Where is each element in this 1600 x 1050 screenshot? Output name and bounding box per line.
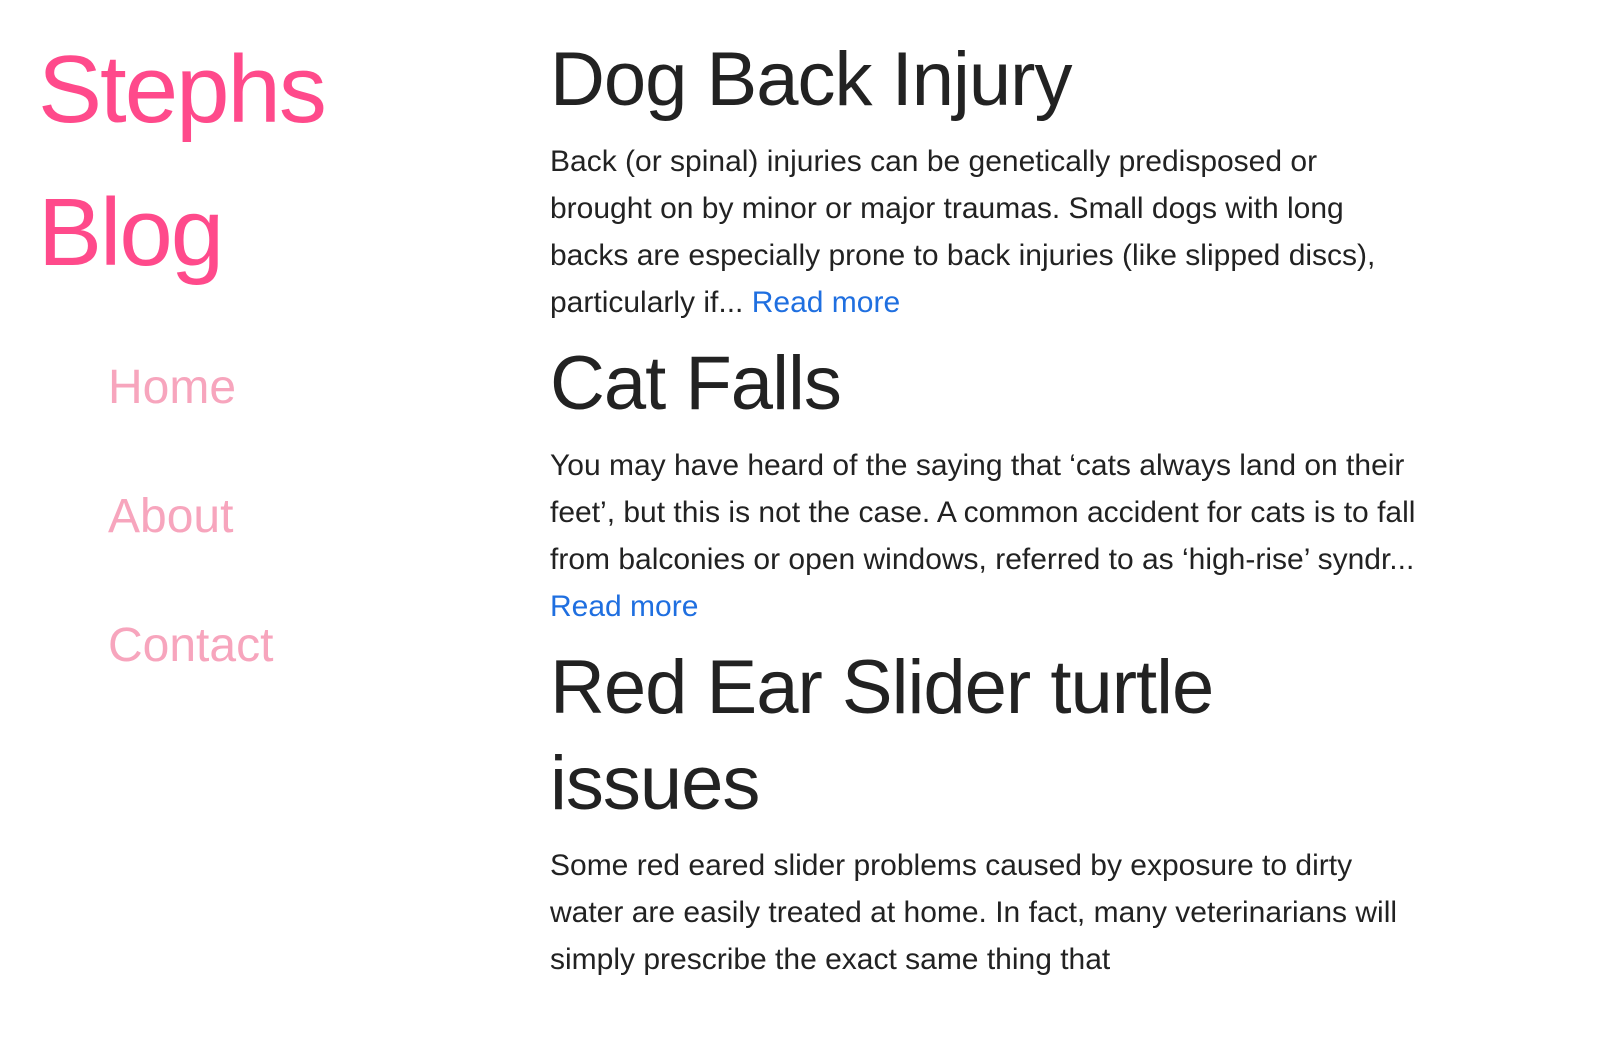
page: Stephs Blog Home About Contact Dog Back … <box>0 0 1600 1050</box>
main-nav: Home About Contact <box>38 348 498 735</box>
nav-item-about: About <box>108 477 498 606</box>
nav-item-home: Home <box>108 348 498 477</box>
site-title[interactable]: Stephs Blog <box>38 18 498 304</box>
post-excerpt: Back (or spinal) injuries can be genetic… <box>550 138 1420 326</box>
post-list: Dog Back Injury Back (or spinal) injurie… <box>550 32 1430 993</box>
site-title-line-1[interactable]: Stephs <box>38 36 327 143</box>
nav-item-contact: Contact <box>108 606 498 735</box>
site-title-line-2[interactable]: Blog <box>38 179 224 286</box>
post-excerpt-text: Some red eared slider problems caused by… <box>550 849 1398 976</box>
post-excerpt: Some red eared slider problems caused by… <box>550 842 1420 983</box>
post-excerpt-text: You may have heard of the saying that ‘c… <box>550 449 1416 576</box>
post-card: Dog Back Injury Back (or spinal) injurie… <box>550 32 1430 326</box>
post-title[interactable]: Cat Falls <box>550 336 1430 432</box>
post-card: Red Ear Slider turtle issues Some red ea… <box>550 640 1430 983</box>
post-title[interactable]: Dog Back Injury <box>550 32 1430 128</box>
sidebar: Stephs Blog Home About Contact <box>38 18 498 735</box>
nav-link-home[interactable]: Home <box>108 361 236 414</box>
read-more-link[interactable]: Read more <box>752 286 900 319</box>
post-title[interactable]: Red Ear Slider turtle issues <box>550 640 1430 832</box>
post-excerpt-text: Back (or spinal) injuries can be genetic… <box>550 145 1376 319</box>
nav-link-about[interactable]: About <box>108 490 233 543</box>
post-excerpt: You may have heard of the saying that ‘c… <box>550 442 1420 630</box>
nav-link-contact[interactable]: Contact <box>108 619 273 672</box>
read-more-link[interactable]: Read more <box>550 590 698 623</box>
post-card: Cat Falls You may have heard of the sayi… <box>550 336 1430 630</box>
